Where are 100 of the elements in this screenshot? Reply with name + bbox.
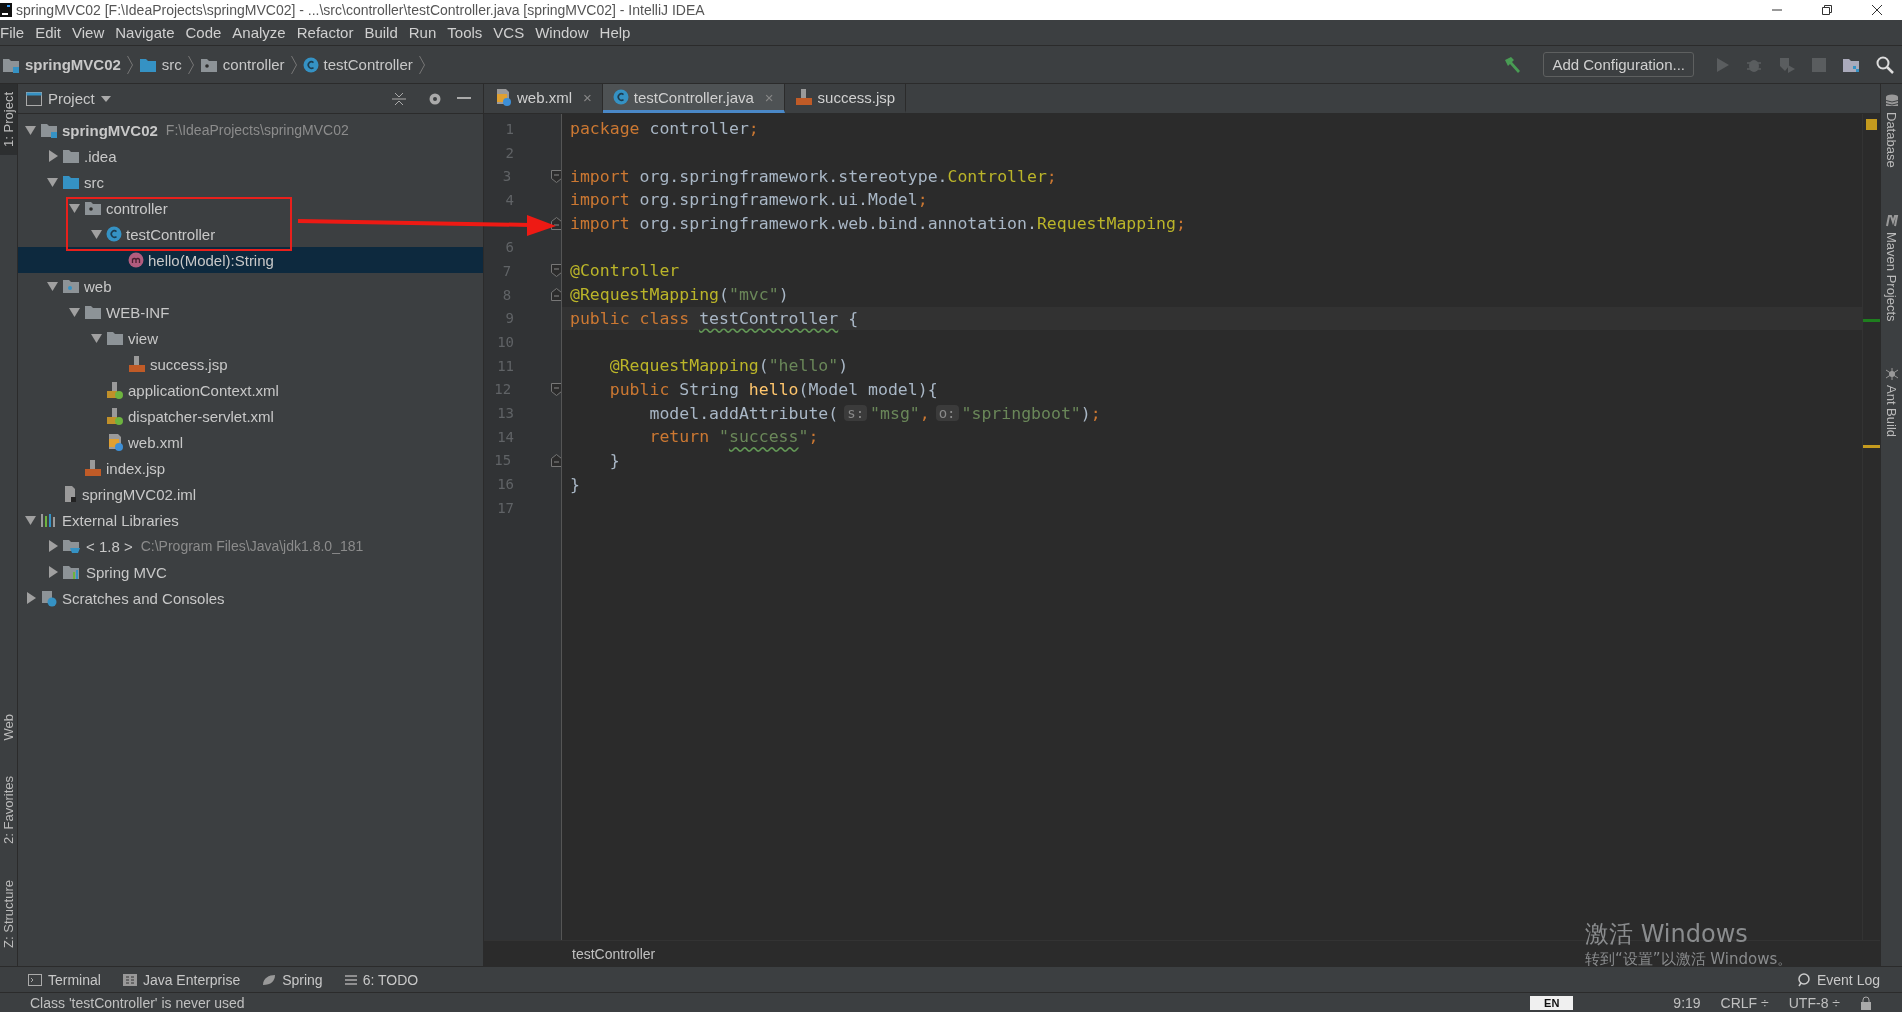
library-folder-icon xyxy=(62,564,82,580)
chevron-icon xyxy=(290,54,297,75)
tool-window-tab[interactable]: Spring xyxy=(262,971,323,988)
code-line: @RequestMapping("hello") xyxy=(608,355,850,378)
breadcrumb[interactable]: springMVC02 xyxy=(2,56,127,73)
leaf-icon xyxy=(262,973,277,986)
folder-icon xyxy=(62,174,80,190)
editor-tab[interactable]: web.xml × xyxy=(484,84,603,113)
tool-window-tab[interactable]: Ant Build xyxy=(1881,359,1902,446)
event-log-tab[interactable]: Event Log xyxy=(1796,971,1880,988)
code-line: } xyxy=(569,473,581,496)
folder-icon xyxy=(138,56,157,73)
menu-item[interactable]: Tools xyxy=(447,24,490,41)
dropdown-caret-icon[interactable] xyxy=(100,95,111,102)
tree-item[interactable]: success.jsp xyxy=(18,351,483,377)
terminal-icon xyxy=(28,973,42,986)
tree-item[interactable]: web xyxy=(18,273,483,299)
breadcrumb[interactable]: src xyxy=(138,56,188,73)
menu-item[interactable]: Build xyxy=(364,24,405,41)
caret-marker xyxy=(1863,319,1880,322)
list-icon xyxy=(344,973,357,986)
menu-item[interactable]: Run xyxy=(408,24,444,41)
input-method-indicator[interactable]: EN xyxy=(1530,995,1574,1010)
menu-item[interactable]: Navigate xyxy=(115,24,182,41)
folder-icon xyxy=(62,148,80,164)
folder-icon xyxy=(62,278,80,294)
activation-title: 激活 Windows xyxy=(1585,919,1749,950)
tool-window-tab[interactable]: Maven Projects xyxy=(1881,205,1902,330)
database-icon xyxy=(1884,94,1899,108)
menu-item[interactable]: Code xyxy=(185,24,229,41)
code-line: import org.springframework.stereotype.Controller; xyxy=(569,165,1058,188)
tree-item[interactable]: < 1.8 > C:\Program Files\Java\jdk1.8.0_181 xyxy=(18,533,483,559)
tree-item[interactable]: dispatcher-servlet.xml xyxy=(18,403,483,429)
project-view-icon xyxy=(26,91,42,106)
menu-item[interactable]: VCS xyxy=(493,24,532,41)
tree-item[interactable]: applicationContext.xml xyxy=(18,377,483,403)
fold-icon[interactable] xyxy=(551,288,561,302)
tool-window-tab[interactable]: 1: Project xyxy=(0,84,17,155)
menu-item[interactable]: File xyxy=(0,24,32,41)
tool-window-tab[interactable]: Terminal xyxy=(28,971,101,988)
collapse-all-icon[interactable] xyxy=(391,90,407,107)
code-line: import org.springframework.web.bind.annotation.RequestMapping; xyxy=(569,213,1187,236)
editor-tab[interactable]: success.jsp xyxy=(784,84,907,113)
window-title: springMVC02 [F:\IdeaProjects\springMVC02] - ...\src\controller\testController.java [springMVC02] - IntelliJ IDEA xyxy=(16,2,706,18)
run-configuration-button[interactable]: Add Configuration... xyxy=(1543,52,1694,77)
chevron-icon xyxy=(187,54,194,75)
menu-item[interactable]: Refactor xyxy=(296,24,361,41)
warning-marker[interactable] xyxy=(1863,445,1880,448)
fold-icon[interactable] xyxy=(551,169,561,183)
tree-item[interactable]: web.xml xyxy=(18,429,483,455)
tree-item[interactable]: src xyxy=(18,169,483,195)
tree-item[interactable]: view xyxy=(18,325,483,351)
menu-item[interactable]: View xyxy=(72,24,112,41)
code-line: return "success"; xyxy=(648,426,820,449)
package-folder-icon xyxy=(199,56,218,73)
tool-window-tab[interactable]: Java Enterprise xyxy=(122,971,241,988)
tree-item[interactable]: Scratches and Consoles xyxy=(18,585,483,611)
menu-item[interactable]: Window xyxy=(535,24,596,41)
tree-item[interactable]: testController xyxy=(18,221,483,247)
tree-item[interactable]: springMVC02.iml xyxy=(18,481,483,507)
tool-window-tab[interactable]: Z: Structure xyxy=(0,872,17,956)
line-separator[interactable]: CRLF ÷ xyxy=(1720,994,1769,1011)
code-line: public String hello(Model model){ xyxy=(608,378,939,401)
tree-item[interactable]: External Libraries xyxy=(18,507,483,533)
tool-window-tab[interactable]: Web xyxy=(0,705,17,749)
tree-item[interactable]: hello(Model):String xyxy=(18,247,483,273)
class-icon xyxy=(106,226,122,242)
chevron-icon xyxy=(418,54,425,75)
tool-window-tab[interactable]: 6: TODO xyxy=(344,971,419,988)
fold-icon[interactable] xyxy=(551,264,561,278)
libraries-icon xyxy=(40,512,58,528)
breadcrumb[interactable]: testController xyxy=(302,56,419,73)
breadcrumb[interactable]: controller xyxy=(199,56,291,73)
restore-icon xyxy=(1822,5,1832,15)
fold-icon[interactable] xyxy=(551,382,561,396)
fold-icon[interactable] xyxy=(551,453,561,467)
fold-icon[interactable] xyxy=(551,217,561,231)
menu-item[interactable]: Edit xyxy=(35,24,69,41)
menu-item[interactable]: Help xyxy=(599,24,638,41)
editor-tab[interactable]: testController.java × xyxy=(602,84,785,113)
warning-marker[interactable] xyxy=(1866,119,1877,130)
panel-title[interactable]: Project xyxy=(48,90,95,107)
tool-window-tab[interactable]: 2: Favorites xyxy=(0,768,17,853)
tree-item[interactable]: Spring MVC xyxy=(18,559,483,585)
tree-item[interactable]: controller xyxy=(18,195,483,221)
tree-item[interactable]: index.jsp xyxy=(18,455,483,481)
folder-icon xyxy=(84,304,102,320)
class-icon xyxy=(302,56,319,73)
search-icon[interactable] xyxy=(1876,55,1894,74)
tree-item[interactable]: .idea xyxy=(18,143,483,169)
editor-breadcrumb[interactable]: testController xyxy=(572,945,656,962)
tool-window-tab[interactable]: Database xyxy=(1881,86,1902,176)
menu-item[interactable]: Analyze xyxy=(232,24,293,41)
close-icon xyxy=(1872,5,1882,15)
tree-item[interactable]: WEB-INF xyxy=(18,299,483,325)
project-structure-icon[interactable] xyxy=(1842,56,1860,73)
tree-item[interactable]: springMVC02 F:\IdeaProjects\springMVC02 xyxy=(18,117,483,143)
lock-icon[interactable] xyxy=(1860,995,1872,1010)
caret-position[interactable]: 9:19 xyxy=(1673,994,1701,1011)
file-encoding[interactable]: UTF-8 ÷ xyxy=(1788,994,1840,1011)
